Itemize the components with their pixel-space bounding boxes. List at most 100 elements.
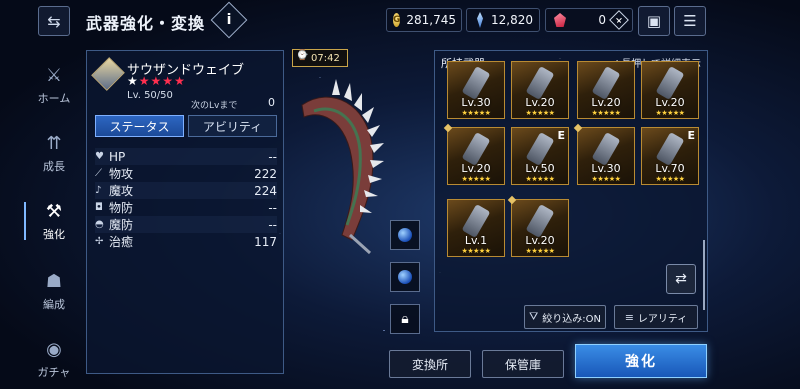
character-avatar[interactable] bbox=[91, 57, 125, 91]
enhance-sword-icon: ⚒ bbox=[45, 200, 63, 222]
filter-label: 絞り込み:ON bbox=[542, 313, 601, 325]
weapon-stars: ★★★★★ bbox=[591, 175, 621, 183]
nav-item-gacha[interactable]: ◉ ガチャ bbox=[28, 330, 80, 388]
lock-icon: 🔒︎ bbox=[401, 311, 409, 327]
weapon-stars: ★★★★★ bbox=[525, 247, 555, 255]
weapon-level: Lv.1 bbox=[464, 234, 488, 247]
stat-name: 物攻 bbox=[109, 167, 134, 181]
shield-icon: ◘ bbox=[95, 202, 103, 213]
sort-rarity-button[interactable]: ≡ レアリティ bbox=[614, 305, 698, 329]
crystal-counter: 12,820 bbox=[466, 8, 540, 32]
vault-button[interactable]: 保管庫 bbox=[482, 350, 564, 378]
weapon-slot[interactable]: Lv.20 ★★★★★ bbox=[507, 195, 569, 257]
weapon-model-image[interactable] bbox=[292, 75, 392, 255]
stat-value: -- bbox=[268, 200, 277, 215]
lock-button[interactable]: 🔒︎ bbox=[390, 304, 420, 334]
tab-ability[interactable]: アビリティ bbox=[188, 115, 277, 137]
next-level-value: 0 bbox=[268, 96, 275, 109]
weapon-slot[interactable]: Lv.20 ★★★★★ bbox=[577, 61, 635, 119]
materia-slot-2[interactable] bbox=[390, 262, 420, 292]
gold-value: 281,745 bbox=[406, 13, 457, 27]
weapon-level: Lv.30 bbox=[591, 162, 621, 175]
weapon-level: Lv.20 bbox=[461, 162, 491, 175]
stat-value: 117 bbox=[254, 234, 277, 249]
weapon-slot[interactable]: Lv.1 ★★★★★ bbox=[447, 199, 505, 257]
gacha-icon: ◉ bbox=[46, 338, 62, 360]
sort-lines-icon: ≡ bbox=[624, 310, 634, 324]
weapon-slot[interactable]: Lv.20 ★★★★★ bbox=[511, 61, 569, 119]
nav-label-party: 編成 bbox=[43, 297, 65, 311]
heart-icon: ♥ bbox=[95, 151, 104, 162]
magic-shield-icon: ◓ bbox=[95, 219, 104, 230]
crystal-icon bbox=[477, 12, 483, 28]
gold-coin-icon: G bbox=[393, 13, 401, 27]
rarity-star-icon: ★ bbox=[150, 74, 162, 88]
gem-counter: 0 bbox=[545, 8, 633, 32]
weapon-icon bbox=[525, 204, 555, 238]
filter-funnel-icon: ⛛ bbox=[529, 310, 539, 323]
top-bar: ⇆ 武器強化・変換 i G 281,745 12,820 0 ▣ ☰ bbox=[0, 0, 800, 42]
weapon-level: Lv.20 bbox=[655, 96, 685, 109]
briefcase-icon: ▣ bbox=[646, 12, 662, 30]
weapon-status-panel: サウザンドウェイブ ★ ★ ★ ★ ★ Lv. 50/50 次のLvまで 0 ス… bbox=[86, 50, 284, 374]
weapon-icon bbox=[525, 66, 555, 100]
next-level-label: 次のLvまで bbox=[191, 101, 238, 111]
nav-item-party[interactable]: ☗ 編成 bbox=[28, 262, 80, 320]
back-button[interactable]: ⇆ bbox=[38, 6, 70, 36]
weapon-level: Lv. 50/50 bbox=[127, 90, 173, 101]
add-gem-icon[interactable] bbox=[609, 10, 629, 30]
stat-row-physical-defense: ◘ 物防 -- bbox=[95, 199, 277, 216]
equipped-badge: E bbox=[557, 129, 565, 142]
weapon-slot[interactable]: Lv.30 ★★★★★ bbox=[573, 123, 635, 185]
info-button[interactable]: i bbox=[210, 1, 248, 39]
materia-orb-icon bbox=[398, 270, 412, 284]
weapon-slot[interactable]: Lv.20 ★★★★★ bbox=[641, 61, 699, 119]
info-icon: i bbox=[226, 12, 232, 28]
page-title: 武器強化・変換 bbox=[86, 14, 206, 33]
stat-value: 222 bbox=[254, 166, 277, 181]
rarity-star-icon: ★ bbox=[174, 74, 185, 88]
menu-button[interactable]: ☰ bbox=[674, 6, 706, 36]
rarity-star-icon: ★ bbox=[127, 74, 138, 88]
tab-status[interactable]: ステータス bbox=[95, 115, 184, 137]
cross-icon: ✢ bbox=[95, 236, 104, 247]
weapon-slot[interactable]: Lv.30 ★★★★★ bbox=[447, 61, 505, 119]
nav-item-growth[interactable]: ⇈ 成長 bbox=[28, 124, 80, 182]
back-arrow-icon: ⇆ bbox=[47, 11, 61, 31]
new-marker-icon bbox=[443, 123, 453, 133]
nav-label-gacha: ガチャ bbox=[37, 365, 71, 379]
weapon-stars: ★★★★★ bbox=[461, 109, 491, 117]
weapon-level: Lv.50 bbox=[525, 162, 555, 175]
nav-label-growth: 成長 bbox=[43, 159, 65, 173]
party-icon: ☗ bbox=[45, 270, 63, 292]
gold-counter: G 281,745 bbox=[386, 8, 462, 32]
nav-item-enhance[interactable]: ⚒ 強化 bbox=[24, 192, 80, 250]
home-icon: ⚔ bbox=[45, 64, 63, 86]
nav-item-home[interactable]: ⚔ ホーム bbox=[28, 56, 80, 114]
stat-row-hp: ♥ HP -- bbox=[95, 148, 277, 165]
growth-icon: ⇈ bbox=[46, 132, 62, 154]
equipped-badge: E bbox=[687, 129, 695, 142]
weapon-stars: ★★★★★ bbox=[525, 109, 555, 117]
weapons-scrollbar[interactable] bbox=[703, 240, 705, 310]
side-navigation: ⚔ ホーム ⇈ 成長 ⚒ 強化 ☗ 編成 ◉ ガチャ bbox=[24, 50, 80, 389]
weapon-slot[interactable]: E Lv.70 ★★★★★ bbox=[641, 127, 699, 185]
weapon-icon bbox=[591, 66, 621, 100]
stat-row-physical-attack: ⟋ 物攻 222 bbox=[95, 165, 277, 182]
gem-value: 0 bbox=[598, 13, 606, 27]
weapon-level: Lv.70 bbox=[655, 162, 685, 175]
weapon-slot[interactable]: Lv.20 ★★★★★ bbox=[443, 123, 505, 185]
weapon-slot[interactable]: E Lv.50 ★★★★★ bbox=[511, 127, 569, 185]
weapon-stars: ★★★★★ bbox=[461, 247, 491, 255]
stat-value: -- bbox=[268, 217, 277, 232]
materia-slot-1[interactable] bbox=[390, 220, 420, 250]
event-timer: 07:42 bbox=[292, 49, 348, 67]
weapon-icon bbox=[591, 132, 621, 166]
enhance-button[interactable]: 強化 bbox=[575, 344, 707, 378]
inventory-button[interactable]: ▣ bbox=[638, 6, 670, 36]
filter-button[interactable]: ⛛ 絞り込み:ON bbox=[524, 305, 606, 329]
rarity-stars: ★ ★ ★ ★ ★ bbox=[127, 75, 185, 87]
weapon-icon bbox=[655, 66, 685, 100]
exchange-button[interactable]: 変換所 bbox=[389, 350, 471, 378]
sort-order-button[interactable]: ⇄ bbox=[666, 264, 696, 294]
